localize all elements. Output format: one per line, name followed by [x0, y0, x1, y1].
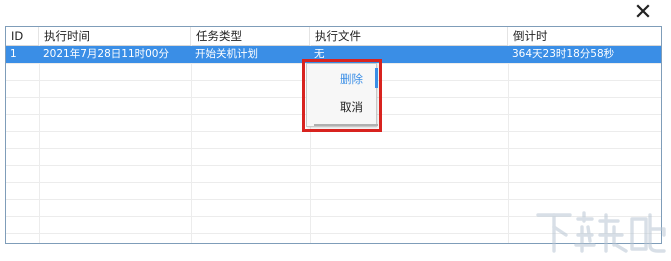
- cell-file: 无: [314, 48, 325, 60]
- menu-item-delete[interactable]: 删除: [307, 68, 376, 90]
- table-header: ID 执行时间 任务类型 执行文件 倒计时: [6, 27, 661, 46]
- column-header-countdown[interactable]: 倒计时: [508, 27, 661, 45]
- column-header-file[interactable]: 执行文件: [310, 27, 508, 45]
- grid-row-line: [6, 131, 661, 132]
- column-header-id[interactable]: ID: [6, 27, 39, 45]
- context-menu: 删除 取消: [306, 63, 378, 127]
- menu-item-cancel[interactable]: 取消: [307, 96, 376, 118]
- grid-divider: [191, 45, 192, 243]
- grid-row-line: [6, 165, 661, 166]
- menu-scroll-indicator: [375, 68, 378, 88]
- table-row[interactable]: 1 2021年7月28日11时00分 开始关机计划 无 364天23时18分58…: [6, 46, 661, 63]
- cell-type: 开始关机计划: [195, 48, 258, 60]
- menu-bottom-bar: [314, 124, 378, 126]
- grid-divider: [39, 45, 40, 243]
- cell-countdown: 364天23时18分58秒: [512, 48, 615, 60]
- grid-row-line: [6, 182, 661, 183]
- cell-time: 2021年7月28日11时00分: [43, 48, 169, 60]
- column-header-time[interactable]: 执行时间: [39, 27, 191, 45]
- close-icon[interactable]: [634, 2, 652, 20]
- grid-row-line: [6, 148, 661, 149]
- site-watermark-logo: [536, 211, 666, 253]
- grid-divider: [508, 45, 509, 243]
- column-header-type[interactable]: 任务类型: [191, 27, 310, 45]
- grid-row-line: [6, 199, 661, 200]
- cell-id: 1: [10, 48, 17, 60]
